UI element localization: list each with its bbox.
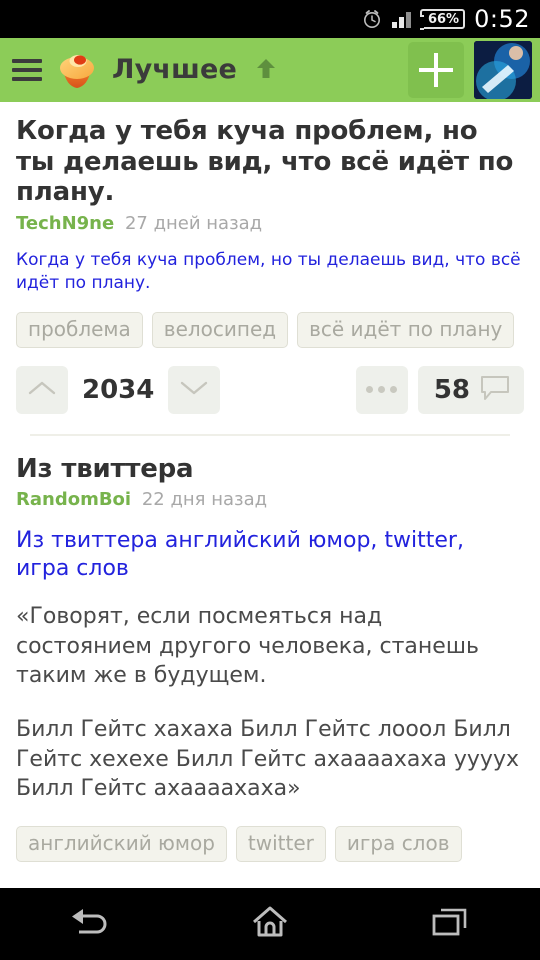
post-paragraph: Билл Гейтс хахаха Билл Гейтс лооол Билл … xyxy=(16,717,519,802)
cupcake-logo-icon xyxy=(54,49,100,91)
post-meta: TechN9ne 27 дней назад xyxy=(16,213,524,235)
more-options-icon xyxy=(378,386,386,394)
post-item: Когда у тебя куча проблем, но ты делаешь… xyxy=(0,102,540,436)
recent-apps-icon xyxy=(431,906,469,942)
tag-chip[interactable]: велосипед xyxy=(151,311,289,348)
post-feed[interactable]: Когда у тебя куча проблем, но ты делаешь… xyxy=(0,102,540,888)
tag-chip[interactable]: всё идёт по плану xyxy=(297,311,515,348)
post-title[interactable]: Из твиттера xyxy=(16,454,524,485)
more-options-icon xyxy=(390,386,398,394)
post-paragraph: «Говорят, если посмеяться над состоянием… xyxy=(16,603,479,689)
home-button[interactable] xyxy=(215,896,325,952)
post-author[interactable]: RandomBoi xyxy=(16,489,131,510)
back-arrow-icon xyxy=(67,904,113,944)
battery-percent-label: 66% xyxy=(427,11,460,27)
post-body: «Говорят, если посмеяться над состоянием… xyxy=(16,602,524,804)
post-title[interactable]: Когда у тебя куча проблем, но ты делаешь… xyxy=(16,116,524,208)
hamburger-menu-icon[interactable] xyxy=(10,55,44,85)
cellular-signal-icon xyxy=(391,10,411,28)
comment-count: 58 xyxy=(433,374,470,405)
post-score: 2034 xyxy=(82,374,155,405)
post-meta: RandomBoi 22 дня назад xyxy=(16,489,524,511)
comments-button[interactable]: 58 xyxy=(417,365,524,414)
post-timestamp: 27 дней назад xyxy=(124,213,263,235)
alarm-clock-icon xyxy=(361,8,383,30)
chevron-down-icon xyxy=(180,379,208,401)
upvote-button[interactable] xyxy=(16,365,68,414)
recents-button[interactable] xyxy=(395,896,505,952)
page-title-text: Лучшее xyxy=(112,53,238,85)
battery-indicator: 66% xyxy=(419,9,466,30)
speech-bubble-icon xyxy=(480,375,510,405)
post-author[interactable]: TechN9ne xyxy=(16,213,114,234)
more-options-button[interactable] xyxy=(355,365,408,414)
plus-icon[interactable] xyxy=(408,42,464,98)
more-options-icon xyxy=(366,386,374,394)
system-navigation-bar xyxy=(0,888,540,960)
tag-chip[interactable]: английский юмор xyxy=(16,826,227,863)
page-title: Лучшее xyxy=(112,54,277,87)
tag-chip[interactable]: игра слов xyxy=(334,826,462,863)
downvote-button[interactable] xyxy=(168,365,221,414)
post-action-bar: 2034 58 xyxy=(16,365,524,414)
app-bar: Лучшее xyxy=(0,38,540,102)
arrow-up-icon[interactable] xyxy=(255,56,277,87)
tag-chip[interactable]: проблема xyxy=(16,311,143,348)
post-tags: английский юмор twitter игра слов xyxy=(16,826,524,863)
back-button[interactable] xyxy=(35,896,145,952)
post-link[interactable]: Из твиттера английский юмор, twitter, иг… xyxy=(16,527,524,584)
chevron-up-icon xyxy=(28,379,56,401)
post-link[interactable]: Когда у тебя куча проблем, но ты делаешь… xyxy=(16,249,524,296)
tag-chip[interactable]: twitter xyxy=(235,826,326,863)
post-timestamp: 22 дня назад xyxy=(141,489,268,511)
post-tags: проблема велосипед всё идёт по плану xyxy=(16,311,524,348)
status-bar: 66% 0:52 xyxy=(0,0,540,38)
status-bar-clock: 0:52 xyxy=(474,5,530,33)
home-icon xyxy=(250,904,290,944)
user-avatar[interactable] xyxy=(474,41,532,99)
post-item: Из твиттера RandomBoi 22 дня назад Из тв… xyxy=(0,436,540,863)
phone-screen: 66% 0:52 Лучшее Когда у тебя куча пробле… xyxy=(0,0,540,960)
